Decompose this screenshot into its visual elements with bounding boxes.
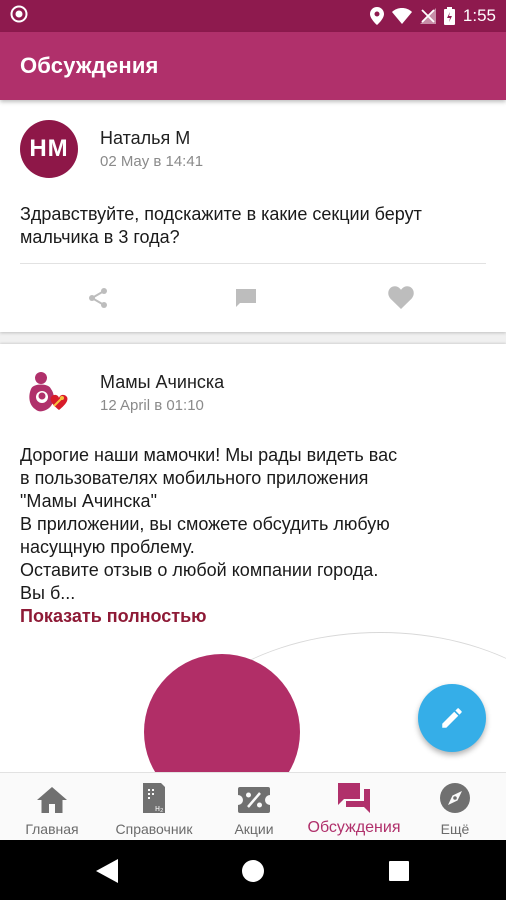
- pencil-icon: [442, 708, 462, 728]
- system-navigation-bar: [0, 840, 506, 900]
- nav-item-directory[interactable]: н₂ Справочник: [104, 773, 204, 841]
- svg-text:н₂: н₂: [155, 803, 164, 813]
- bottom-navigation: Главная н₂ Справочник Акции Обсуждения Е…: [0, 772, 506, 840]
- nav-item-home[interactable]: Главная: [20, 773, 84, 841]
- discount-icon: [238, 783, 270, 813]
- nav-item-promotions[interactable]: Акции: [222, 773, 286, 841]
- nav-label: Акции: [234, 821, 274, 837]
- avatar[interactable]: [20, 366, 78, 424]
- compass-icon: [440, 783, 470, 813]
- divider: [20, 263, 486, 264]
- post-text-line: Дорогие наши мамочки! Мы рады видеть вас: [20, 445, 398, 465]
- clock-time: 1:55: [462, 6, 496, 25]
- post-text-line: Оставите отзыв о любой компании города.: [20, 560, 379, 580]
- no-signal-icon: [419, 8, 436, 24]
- show-more-link[interactable]: Показать полностью: [20, 606, 207, 627]
- page-title: Обсуждения: [20, 53, 159, 78]
- nav-item-more[interactable]: Ещё: [426, 773, 484, 841]
- avatar[interactable]: НМ: [20, 120, 78, 178]
- nav-label: Главная: [25, 821, 79, 837]
- post-text-line: Вы б...: [20, 583, 76, 603]
- post-text-line: "Мамы Ачинска": [20, 491, 157, 511]
- heart-icon[interactable]: [388, 285, 414, 311]
- post-text: Дорогие наши мамочки! Мы рады видеть вас…: [20, 444, 490, 605]
- post-text-line: Здравствуйте, подскажите в какие секции …: [20, 204, 422, 224]
- wifi-icon: [391, 8, 412, 24]
- post-text-line: В приложении, вы сможете обсудить любую: [20, 514, 390, 534]
- new-post-button[interactable]: [418, 684, 486, 752]
- post-text-line: в пользователях мобильного приложения: [20, 468, 369, 488]
- post-author[interactable]: Мамы Ачинска: [100, 372, 224, 393]
- post-text: Здравствуйте, подскажите в какие секции …: [20, 203, 490, 249]
- nav-item-discussions[interactable]: Обсуждения: [298, 773, 410, 841]
- post-text-line: насущную проблему.: [20, 537, 195, 557]
- post-actions: [0, 277, 506, 319]
- avatar-initials: НМ: [29, 135, 69, 162]
- recents-icon[interactable]: [386, 858, 412, 884]
- post-date: 12 April в 01:10: [100, 397, 204, 414]
- comment-icon[interactable]: [233, 285, 259, 311]
- forum-icon: [338, 783, 370, 813]
- battery-icon: [443, 7, 455, 25]
- status-bar: 1:55: [0, 0, 506, 32]
- mother-child-logo-icon: [29, 372, 68, 412]
- app-bar: Обсуждения: [0, 32, 506, 100]
- post-text-line: мальчика в 3 года?: [20, 227, 180, 247]
- post-date: 02 May в 14:41: [100, 153, 204, 170]
- nav-label: Справочник: [115, 821, 193, 837]
- post-card[interactable]: НМ Наталья М 02 May в 14:41 Здравствуйте…: [0, 100, 506, 332]
- location-icon: [369, 7, 384, 25]
- share-icon[interactable]: [85, 285, 111, 311]
- directory-icon: н₂: [143, 783, 165, 813]
- notification-icon: [10, 5, 28, 28]
- home-button-icon[interactable]: [240, 858, 266, 884]
- nav-label: Обсуждения: [307, 819, 401, 836]
- post-author[interactable]: Наталья М: [100, 128, 190, 149]
- nav-label: Ещё: [440, 821, 470, 837]
- back-icon[interactable]: [94, 858, 120, 884]
- home-icon: [37, 783, 67, 813]
